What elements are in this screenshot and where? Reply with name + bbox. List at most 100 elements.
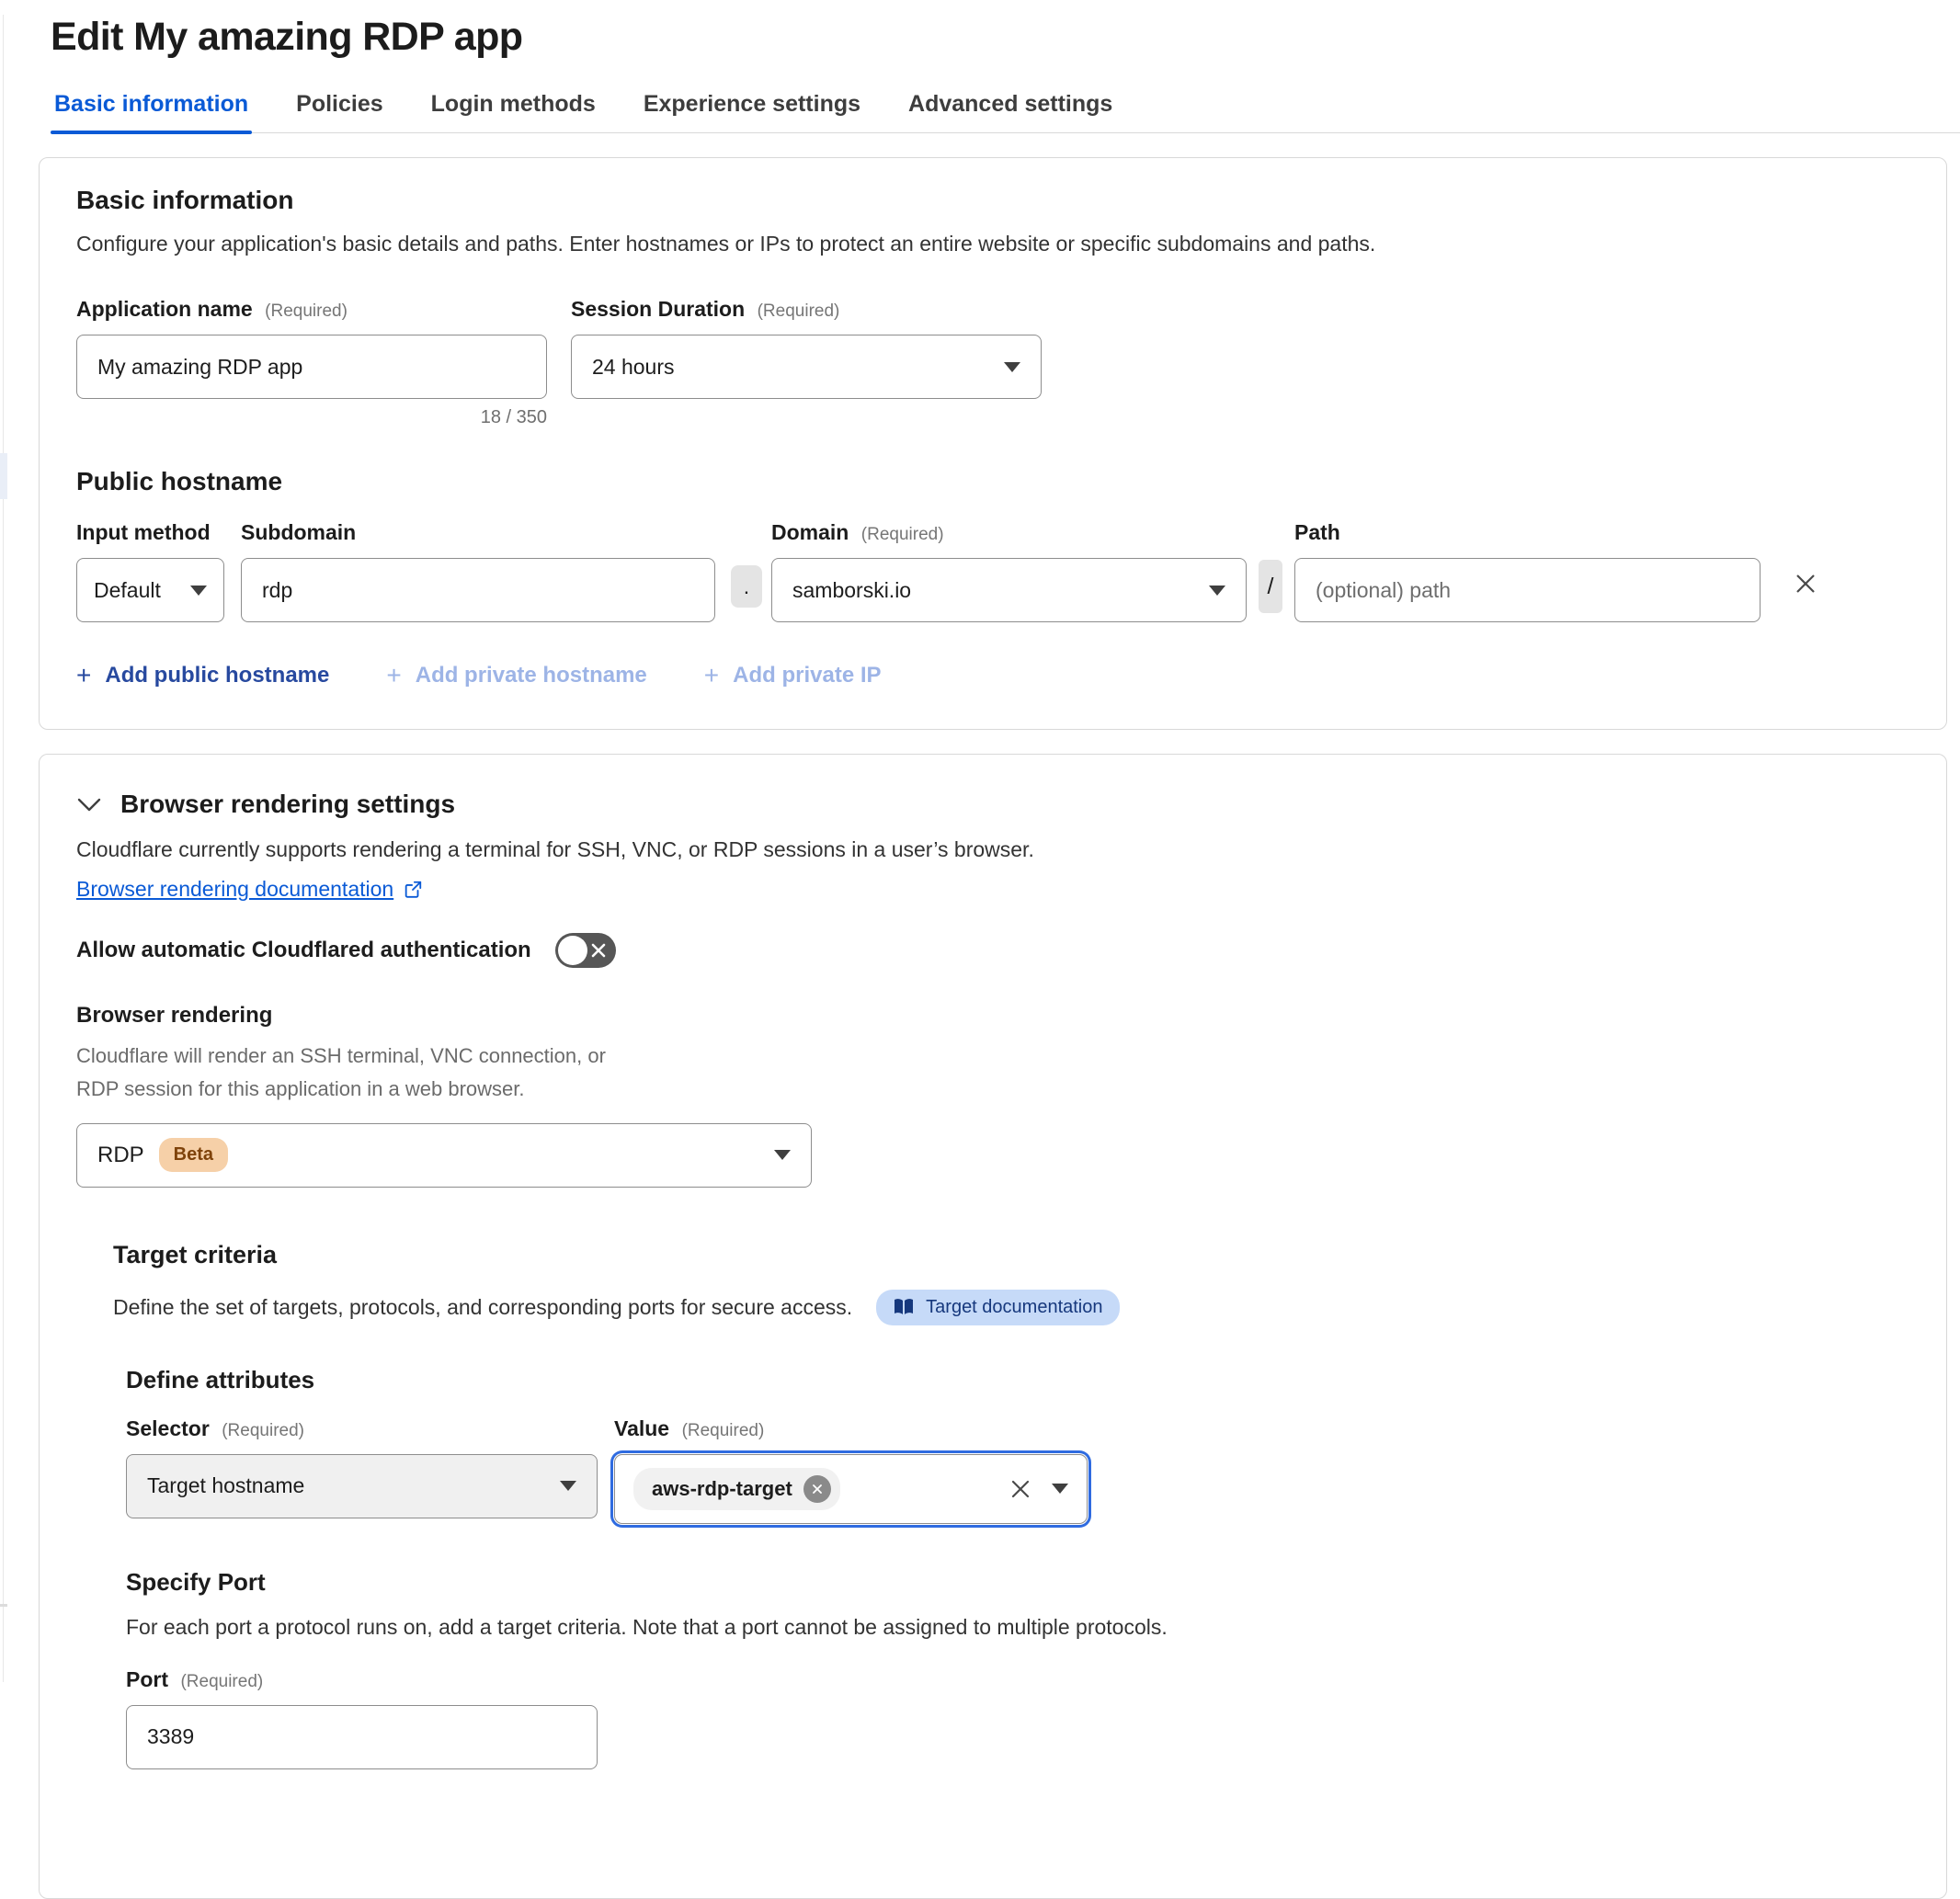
tab-bar: Basic information Policies Login methods…: [51, 91, 1960, 133]
target-documentation-label: Target documentation: [926, 1297, 1102, 1318]
remove-hostname-button[interactable]: [1794, 572, 1818, 596]
value-label: Value: [614, 1416, 669, 1440]
value-multiselect[interactable]: aws-rdp-target: [614, 1454, 1088, 1524]
browser-rendering-description: Cloudflare currently supports rendering …: [76, 837, 1909, 862]
browser-rendering-field-description: Cloudflare will render an SSH terminal, …: [76, 1040, 628, 1107]
application-name-char-count: 18 / 350: [76, 407, 547, 428]
tab-experience-settings[interactable]: Experience settings: [640, 91, 864, 132]
define-attributes-heading: Define attributes: [126, 1366, 1909, 1394]
target-documentation-badge[interactable]: Target documentation: [876, 1290, 1119, 1325]
hostname-actions-row: + Add public hostname + Add private host…: [76, 661, 1909, 690]
subdomain-field-group: Subdomain: [241, 520, 715, 622]
cloudflared-auth-label: Allow automatic Cloudflared authenticati…: [76, 938, 531, 963]
value-required: (Required): [682, 1421, 765, 1440]
chevron-down-icon[interactable]: [1052, 1484, 1068, 1494]
add-public-hostname-button[interactable]: + Add public hostname: [76, 661, 329, 690]
session-duration-label: Session Duration: [571, 297, 745, 321]
path-field-group: Path: [1294, 520, 1761, 622]
close-icon: [811, 1483, 824, 1495]
session-duration-select[interactable]: 24 hours: [571, 335, 1042, 399]
domain-label: Domain: [771, 520, 849, 544]
hostname-dot-separator: .: [731, 565, 762, 608]
chevron-down-icon: [1004, 362, 1020, 372]
add-private-hostname-button[interactable]: + Add private hostname: [386, 661, 646, 690]
value-chip-label: aws-rdp-target: [652, 1477, 792, 1501]
toggle-off-x-icon: [588, 940, 609, 961]
add-public-hostname-label: Add public hostname: [105, 663, 329, 688]
browser-rendering-heading: Browser rendering settings: [120, 790, 455, 819]
domain-select[interactable]: samborski.io: [771, 558, 1247, 622]
browser-rendering-field-label: Browser rendering: [76, 1003, 1909, 1029]
domain-required: (Required): [861, 525, 944, 544]
basic-information-card: Basic information Configure your applica…: [39, 157, 1947, 730]
input-method-field-group: Input method Default: [76, 520, 224, 622]
port-required: (Required): [180, 1672, 263, 1691]
hostname-slash-separator: /: [1259, 560, 1282, 613]
path-label: Path: [1294, 520, 1761, 545]
browser-rendering-select[interactable]: RDP Beta: [76, 1123, 812, 1188]
public-hostname-heading: Public hostname: [76, 467, 1909, 496]
chevron-down-icon: [560, 1481, 576, 1491]
left-edge-fragment: [0, 453, 7, 499]
plus-icon: +: [76, 661, 91, 690]
basic-information-description: Configure your application's basic detai…: [76, 232, 1909, 256]
tab-policies[interactable]: Policies: [292, 91, 387, 132]
chip-remove-button[interactable]: [803, 1475, 831, 1503]
application-name-input[interactable]: [76, 335, 547, 399]
browser-rendering-value: RDP: [97, 1143, 144, 1168]
input-method-label: Input method: [76, 520, 224, 545]
clear-selection-icon[interactable]: [1009, 1478, 1031, 1500]
path-input[interactable]: [1294, 558, 1761, 622]
cloudflared-auth-row: Allow automatic Cloudflared authenticati…: [76, 933, 1909, 968]
page-title: Edit My amazing RDP app: [51, 15, 1960, 60]
tab-advanced-settings[interactable]: Advanced settings: [905, 91, 1116, 132]
value-field-group: Value (Required) aws-rdp-target: [614, 1416, 1088, 1524]
add-private-ip-label: Add private IP: [733, 663, 881, 688]
chevron-down-icon: [774, 1150, 791, 1160]
subdomain-input[interactable]: [241, 558, 715, 622]
target-criteria-description: Define the set of targets, protocols, an…: [113, 1295, 852, 1320]
selector-label: Selector: [126, 1416, 210, 1440]
add-private-ip-button[interactable]: + Add private IP: [704, 661, 882, 690]
public-hostname-row: Input method Default Subdomain . Domain …: [76, 520, 1909, 622]
port-label: Port: [126, 1667, 168, 1691]
chevron-down-icon: [1209, 586, 1225, 596]
target-criteria-heading: Target criteria: [113, 1241, 1909, 1269]
add-private-hostname-label: Add private hostname: [416, 663, 647, 688]
subdomain-label: Subdomain: [241, 520, 715, 545]
tab-basic-information[interactable]: Basic information: [51, 91, 252, 132]
selector-select[interactable]: Target hostname: [126, 1454, 598, 1518]
value-chip: aws-rdp-target: [633, 1468, 840, 1510]
application-name-field-group: Application name (Required) 18 / 350: [76, 297, 547, 428]
chevron-down-icon: [76, 797, 102, 813]
close-icon: [1794, 572, 1818, 596]
application-name-label: Application name: [76, 297, 253, 321]
browser-rendering-doc-link-label: Browser rendering documentation: [76, 877, 393, 902]
book-icon: [893, 1298, 915, 1316]
application-name-required: (Required): [265, 301, 348, 321]
target-criteria-section: Target criteria Define the set of target…: [113, 1241, 1909, 1769]
plus-icon: +: [386, 661, 401, 690]
basic-information-heading: Basic information: [76, 186, 1909, 215]
domain-field-group: Domain (Required) samborski.io: [771, 520, 1247, 622]
toggle-knob: [558, 936, 587, 965]
selector-field-group: Selector (Required) Target hostname: [126, 1416, 598, 1524]
input-method-value: Default: [94, 578, 190, 603]
browser-rendering-card: Browser rendering settings Cloudflare cu…: [39, 754, 1947, 1899]
tab-login-methods[interactable]: Login methods: [427, 91, 599, 132]
specify-port-heading: Specify Port: [126, 1568, 1909, 1597]
selector-value: Target hostname: [147, 1473, 560, 1498]
session-duration-field-group: Session Duration (Required) 24 hours: [571, 297, 1042, 428]
left-edge-divider: [3, 15, 4, 1682]
plus-icon: +: [704, 661, 719, 690]
specify-port-description: For each port a protocol runs on, add a …: [126, 1615, 1909, 1640]
selector-required: (Required): [222, 1421, 304, 1440]
browser-rendering-collapse-header[interactable]: Browser rendering settings: [76, 790, 1909, 819]
browser-rendering-doc-link[interactable]: Browser rendering documentation: [76, 877, 423, 902]
cloudflared-auth-toggle[interactable]: [555, 933, 616, 968]
domain-value: samborski.io: [792, 578, 1209, 603]
port-input[interactable]: [126, 1705, 598, 1769]
define-attributes-section: Define attributes Selector (Required) Ta…: [126, 1366, 1909, 1524]
input-method-select[interactable]: Default: [76, 558, 224, 622]
external-link-icon: [403, 880, 423, 900]
